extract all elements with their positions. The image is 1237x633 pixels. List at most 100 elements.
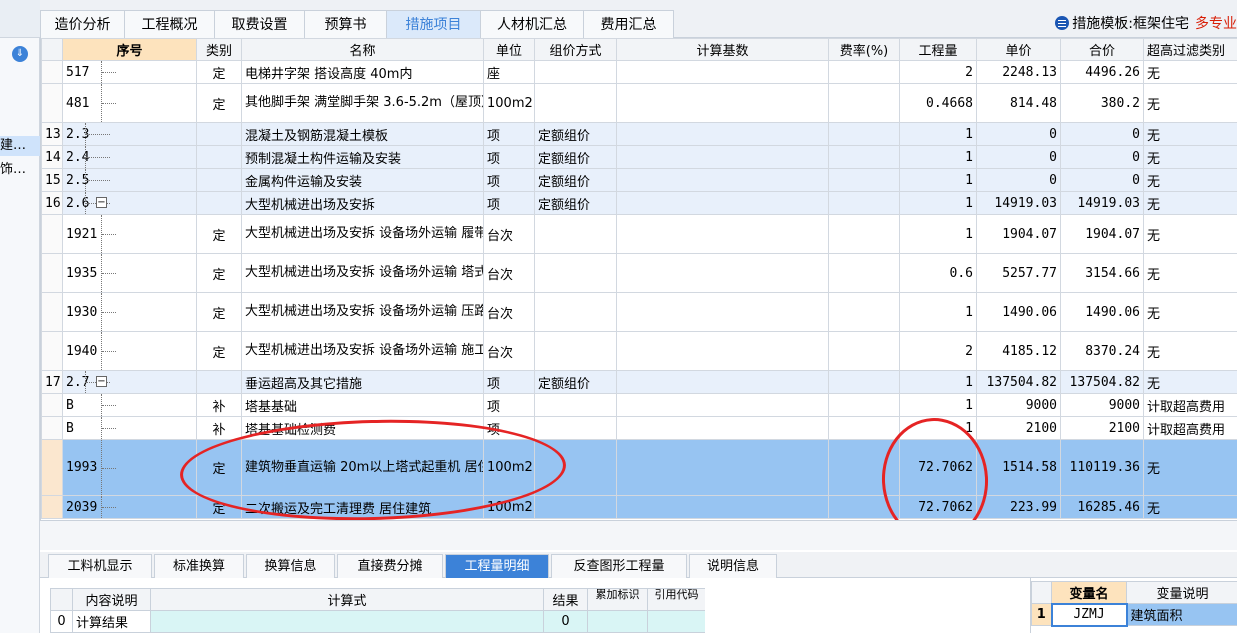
tab-fee-settings[interactable]: 取费设置 [214,10,305,38]
variable-name[interactable]: JZMJ [1050,602,1128,627]
item-filter[interactable]: 无 [1143,83,1237,123]
btab-quantity-detail[interactable]: 工程量明细 [445,554,549,578]
item-unit[interactable]: 项 [483,145,535,169]
table-row[interactable]: 2039 定二次搬运及完工清理费 居住建筑 100m2 72.7062 223.99 16… [41,495,1237,519]
item-base[interactable] [616,495,829,519]
item-rate[interactable] [828,331,900,371]
item-filter[interactable]: 无 [1143,253,1237,293]
item-filter[interactable]: 无 [1143,60,1237,84]
table-row[interactable]: 1940 定大型机械进出场及安拆 设备场外运输 施工电梯 75m台次 24185.1… [41,331,1237,371]
table-row[interactable]: B 补塔基基础检测费项 1 2100 2100 计取超高费用 [41,416,1237,440]
item-unit[interactable]: 座 [483,60,535,84]
table-row[interactable]: 1921定大型机械进出场及安拆 设备场外运输 履带式挖掘机 1m3 以内台次11… [41,214,1237,254]
item-method[interactable]: 定额组价 [534,145,617,169]
collapse-toggle-icon[interactable]: − [96,376,107,387]
item-rate[interactable] [828,214,900,254]
item-filter[interactable]: 无 [1143,168,1237,192]
item-base[interactable] [616,292,829,332]
item-base[interactable] [616,168,829,192]
item-quantity[interactable]: 1 [899,214,977,254]
item-name[interactable]: 大型机械进出场及安拆 设备场外运输 塔式起重机 60kNm以内 [241,253,484,293]
detail-desc[interactable]: 计算结果 [72,610,151,633]
item-unit[interactable]: 项 [483,168,535,192]
item-code[interactable]: 1930 [62,292,197,332]
item-rate[interactable] [828,122,900,146]
detail-row[interactable]: 0 计算结果 0 [50,610,705,633]
detail-header-desc[interactable]: 内容说明 [72,588,151,611]
item-name[interactable]: 塔基基础 [241,393,484,417]
item-unit[interactable]: 项 [483,122,535,146]
table-row[interactable]: B 补塔基基础项 1 9000 9000 计取超高费用 [41,393,1237,417]
detail-formula-cell[interactable] [150,610,544,633]
item-quantity[interactable]: 1 [899,168,977,192]
item-name[interactable]: 垂运超高及其它措施 [241,370,484,394]
item-unit[interactable]: 项 [483,191,535,215]
item-name[interactable]: 金属构件运输及安装 [241,168,484,192]
item-rate[interactable] [828,416,900,440]
item-base[interactable] [616,122,829,146]
item-unit[interactable]: 100m2 [483,83,535,123]
item-rate[interactable] [828,168,900,192]
measure-template-label[interactable]: 措施模板:框架住宅 多专业 [1055,14,1237,34]
variable-header-name[interactable]: 变量名 [1051,581,1127,604]
item-method[interactable] [534,393,617,417]
item-base[interactable] [616,191,829,215]
item-base[interactable] [616,331,829,371]
header-qty[interactable]: 工程量 [899,38,977,61]
multi-discipline-link[interactable]: 多专业 [1195,16,1237,32]
group-row[interactable]: 15 2.5 金属构件运输及安装项定额组价 1 0 0 无 [41,168,1237,192]
item-name[interactable]: 塔基基础检测费 [241,416,484,440]
item-name[interactable]: 大型机械进出场及安拆 设备场外运输 施工电梯 75m [241,331,484,371]
item-unit[interactable]: 100m2 [483,439,535,496]
item-base[interactable] [616,145,829,169]
item-base[interactable] [616,370,829,394]
item-rate[interactable] [828,439,900,496]
detail-header-accumulate[interactable]: 累加标识 [587,588,648,611]
item-quantity[interactable]: 0.6 [899,253,977,293]
item-method[interactable] [534,253,617,293]
header-seq[interactable]: 序号 [62,38,197,61]
table-row[interactable]: 517 定电梯井字架 搭设高度 40m内座 2 2248.13 4496.26 无 [41,60,1237,84]
item-method[interactable] [534,495,617,519]
item-base[interactable] [616,416,829,440]
item-filter[interactable]: 无 [1143,495,1237,519]
header-filter[interactable]: 超高过滤类别 [1143,38,1237,61]
item-quantity[interactable]: 1 [899,370,977,394]
item-method[interactable] [534,331,617,371]
item-quantity[interactable]: 2 [899,60,977,84]
item-quantity[interactable]: 1 [899,191,977,215]
table-row[interactable]: 481 定其他脚手架 满堂脚手架 3.6-5.2m（屋顶） 100m2 0.4668 8… [41,83,1237,123]
item-quantity[interactable]: 1 [899,292,977,332]
item-base[interactable] [616,214,829,254]
tab-cost-summary[interactable]: 费用汇总 [583,10,674,38]
table-row[interactable]: 1935 定大型机械进出场及安拆 设备场外运输 塔式起重机 60kNm以内台次 0.… [41,253,1237,293]
group-row[interactable]: 14 2.4 预制混凝土构件运输及安装项定额组价 1 0 0 无 [41,145,1237,169]
item-method[interactable] [534,214,617,254]
item-code[interactable]: 1935 [62,253,197,293]
item-method[interactable] [534,439,617,496]
panel-splitter[interactable] [40,520,1237,550]
item-name[interactable]: 电梯井字架 搭设高度 40m内 [241,60,484,84]
item-rate[interactable] [828,292,900,332]
detail-header-ref-code[interactable]: 引用代码 [647,588,705,611]
left-nav-item-2[interactable]: 饰… [0,160,40,180]
item-code[interactable]: 2.5 [62,168,197,192]
group-row[interactable]: 17−2.7 垂运超高及其它措施项定额组价 1 137504.82 137504.82 无 [41,370,1237,394]
item-code[interactable]: −2.7 [62,370,197,394]
item-name[interactable]: 大型机械进出场及安拆 [241,191,484,215]
left-nav-item-1[interactable]: 建… [0,136,40,156]
item-quantity[interactable]: 0.4668 [899,83,977,123]
detail-header-formula[interactable]: 计算式 [150,588,544,611]
item-rate[interactable] [828,495,900,519]
item-method[interactable] [534,292,617,332]
variable-header-desc[interactable]: 变量说明 [1126,581,1237,604]
tab-labor-material[interactable]: 人材机汇总 [480,10,584,38]
item-name[interactable]: 混凝土及钢筋混凝土模板 [241,122,484,146]
variable-row[interactable]: 1 JZMJ 建筑面积 [1031,602,1237,627]
item-method[interactable] [534,83,617,123]
table-row[interactable]: 1930 定大型机械进出场及安拆 设备场外运输 压路机 台次 1 1490.06 1490… [41,292,1237,332]
header-type[interactable]: 类别 [196,38,242,61]
item-rate[interactable] [828,370,900,394]
detail-header-result[interactable]: 结果 [543,588,588,611]
btab-description[interactable]: 说明信息 [689,554,777,578]
